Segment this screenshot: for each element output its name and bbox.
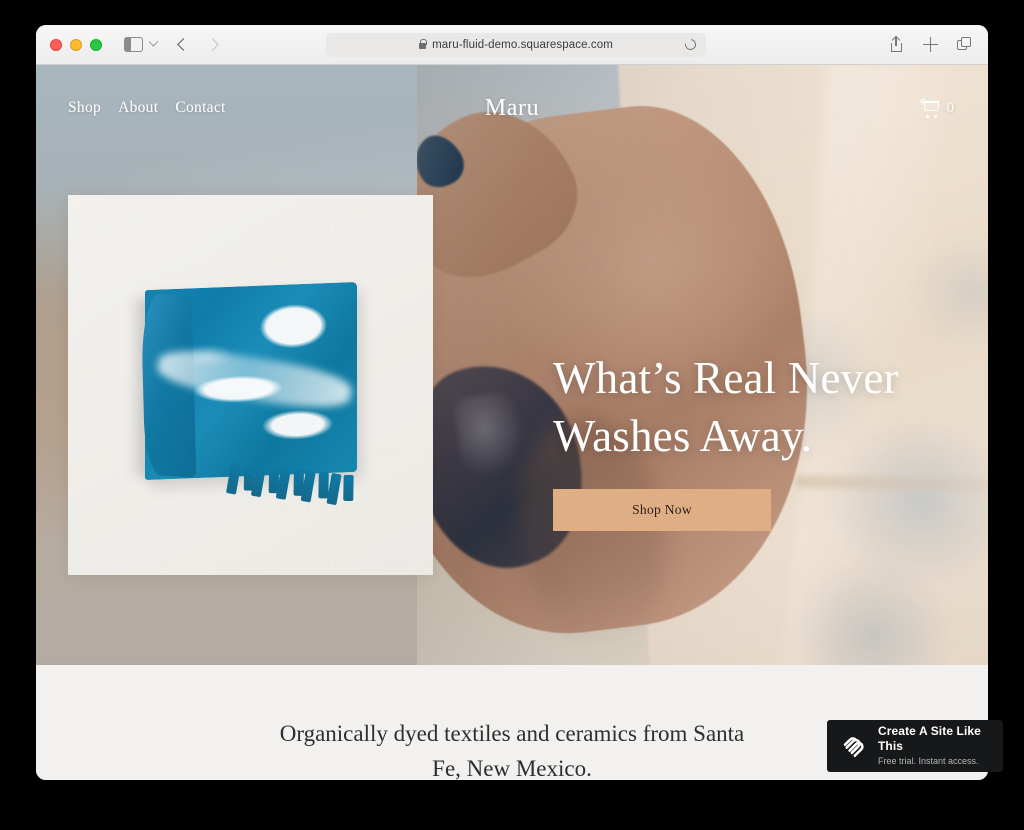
squarespace-promo-subtitle: Free trial. Instant access. xyxy=(878,756,979,767)
sidebar-toggle-icon xyxy=(124,37,143,52)
nav-item-contact[interactable]: Contact xyxy=(175,99,225,117)
hero-headline: What’s Real Never Washes Away. xyxy=(553,350,953,465)
plus-icon[interactable] xyxy=(923,37,938,52)
tab-overview-icon[interactable] xyxy=(957,37,972,52)
share-icon[interactable] xyxy=(889,37,904,52)
lock-icon xyxy=(419,38,427,49)
close-window-button[interactable] xyxy=(50,38,62,51)
cart-count: 0 xyxy=(946,99,955,116)
hero-headline-line2: Washes Away. xyxy=(553,410,813,461)
hero-section: Shop About Contact Maru 0 What’s Real Ne… xyxy=(36,65,988,665)
back-arrow-icon[interactable] xyxy=(177,38,190,51)
forward-arrow-icon xyxy=(206,38,219,51)
hero-product-image[interactable] xyxy=(68,195,433,575)
cart-button[interactable]: 0 xyxy=(919,98,955,118)
hero-headline-line1: What’s Real Never xyxy=(553,353,899,403)
toolbar-actions xyxy=(889,37,972,52)
nav-item-shop[interactable]: Shop xyxy=(68,99,101,117)
intro-paragraph: Organically dyed textiles and ceramics f… xyxy=(279,721,745,780)
squarespace-logo-icon xyxy=(843,737,864,758)
browser-titlebar: maru-fluid-demo.squarespace.com xyxy=(36,25,988,65)
primary-navigation: Shop About Contact xyxy=(68,99,226,117)
browser-window: maru-fluid-demo.squarespace.com Shop Abo… xyxy=(36,25,988,780)
minimize-window-button[interactable] xyxy=(70,38,82,51)
navigation-arrows xyxy=(177,38,219,51)
hero-copy: What’s Real Never Washes Away. Shop Now xyxy=(553,350,953,532)
squarespace-promo-text: Create A Site Like This Free trial. Inst… xyxy=(878,724,989,767)
reload-icon[interactable] xyxy=(682,36,699,53)
chevron-down-icon[interactable] xyxy=(148,36,159,47)
page-viewport: Shop About Contact Maru 0 What’s Real Ne… xyxy=(36,65,988,780)
shopping-cart-icon xyxy=(919,98,940,118)
window-controls xyxy=(50,38,102,51)
shop-now-button[interactable]: Shop Now xyxy=(553,489,771,532)
indigo-scarf-illustration xyxy=(136,282,357,505)
site-header: Shop About Contact Maru 0 xyxy=(36,65,988,151)
squarespace-promo-title: Create A Site Like This xyxy=(878,724,981,754)
squarespace-promo-badge[interactable]: Create A Site Like This Free trial. Inst… xyxy=(827,720,1003,772)
zoom-window-button[interactable] xyxy=(90,38,102,51)
address-bar[interactable]: maru-fluid-demo.squarespace.com xyxy=(326,32,706,57)
nav-item-about[interactable]: About xyxy=(118,99,158,117)
url-text: maru-fluid-demo.squarespace.com xyxy=(432,38,613,51)
sidebar-toggle-button[interactable] xyxy=(124,36,159,52)
